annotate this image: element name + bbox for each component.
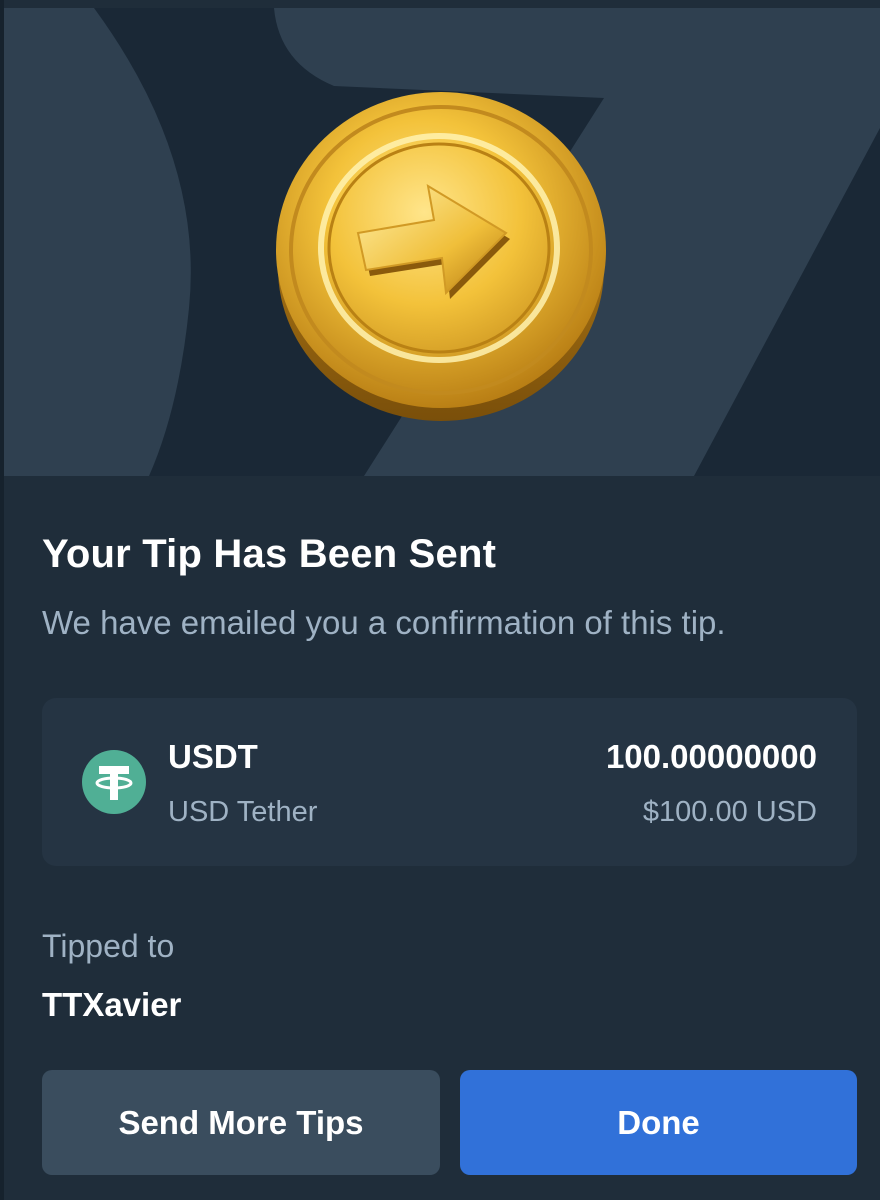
confirmation-title: Your Tip Has Been Sent <box>42 532 497 576</box>
tip-amount: 100.00000000 <box>605 738 817 775</box>
confirmation-subtitle: We have emailed you a confirmation of th… <box>42 604 726 641</box>
tip-fiat-value: $100.00 USD <box>642 796 817 828</box>
tipped-to-label: Tipped to <box>42 928 175 964</box>
send-more-tips-button[interactable]: Send More Tips <box>42 1070 440 1175</box>
hero-banner <box>4 8 880 476</box>
currency-name: USD Tether <box>168 796 318 828</box>
currency-code: USDT <box>168 738 258 775</box>
tether-icon <box>82 750 146 814</box>
gold-coin-arrow-icon <box>266 88 616 428</box>
done-button[interactable]: Done <box>460 1070 857 1175</box>
recipient-username: TTXavier <box>42 986 182 1023</box>
currency-card: USDT USD Tether 100.00000000 $100.00 USD <box>42 698 857 866</box>
tip-confirmation-modal: Your Tip Has Been Sent We have emailed y… <box>0 0 880 1200</box>
